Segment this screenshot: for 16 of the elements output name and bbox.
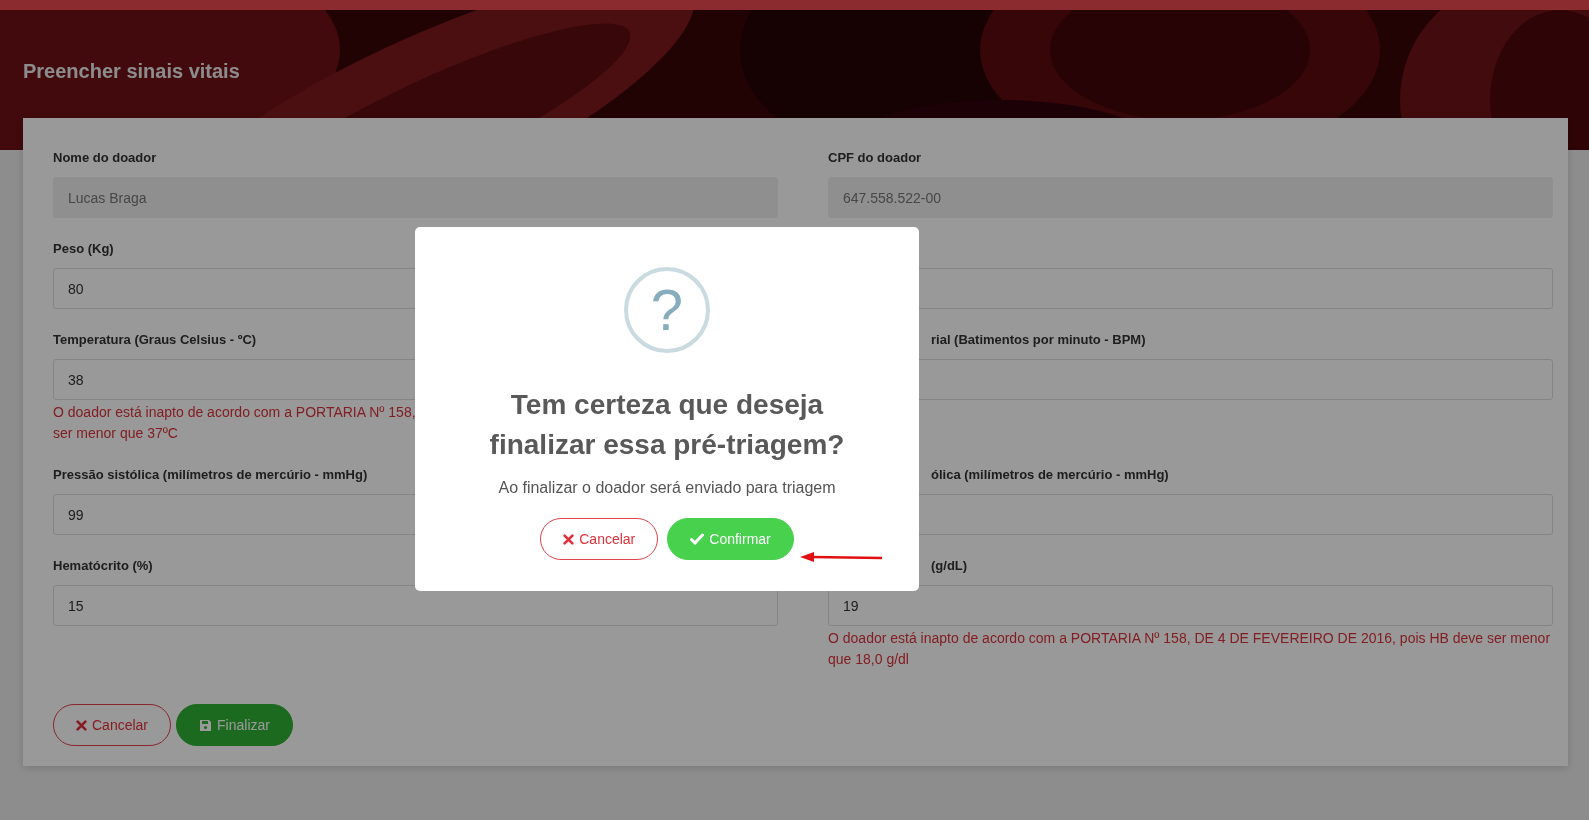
field-label: Peso (Kg): [53, 241, 114, 256]
page-title: Preencher sinais vitais: [23, 60, 240, 83]
field-label: ólica (milímetros de mercúrio - mmHg): [931, 467, 1169, 482]
field-label: (g/dL): [931, 558, 968, 573]
error-message: ser menor que 37ºC: [53, 424, 178, 443]
field-label: Hematócrito (%): [53, 558, 153, 573]
error-message: que 18,0 g/dl: [828, 650, 909, 669]
field-label: rial (Batimentos por minuto - BPM): [931, 332, 1146, 347]
field-label: CPF do doador: [828, 150, 922, 165]
field-label: Pressão sistólica (milímetros de mercúrio - mmHg): [53, 467, 368, 482]
field-label: Nome do doador: [53, 150, 157, 165]
error-message: O doador está inapto de acordo com a PORTARIA Nº 158, DE 4 DE FEVEREIRO DE 2016, pois HB deve ser menor: [828, 629, 1551, 648]
error-message: O doador está inapto de acordo com a PORTARIA Nº 158,: [53, 403, 416, 422]
field-label: Temperatura (Graus Celsius - ºC): [53, 332, 257, 347]
question-icon: ?: [624, 267, 710, 353]
dialog-message: Ao finalizar o doador será enviado para triagem: [498, 479, 836, 497]
